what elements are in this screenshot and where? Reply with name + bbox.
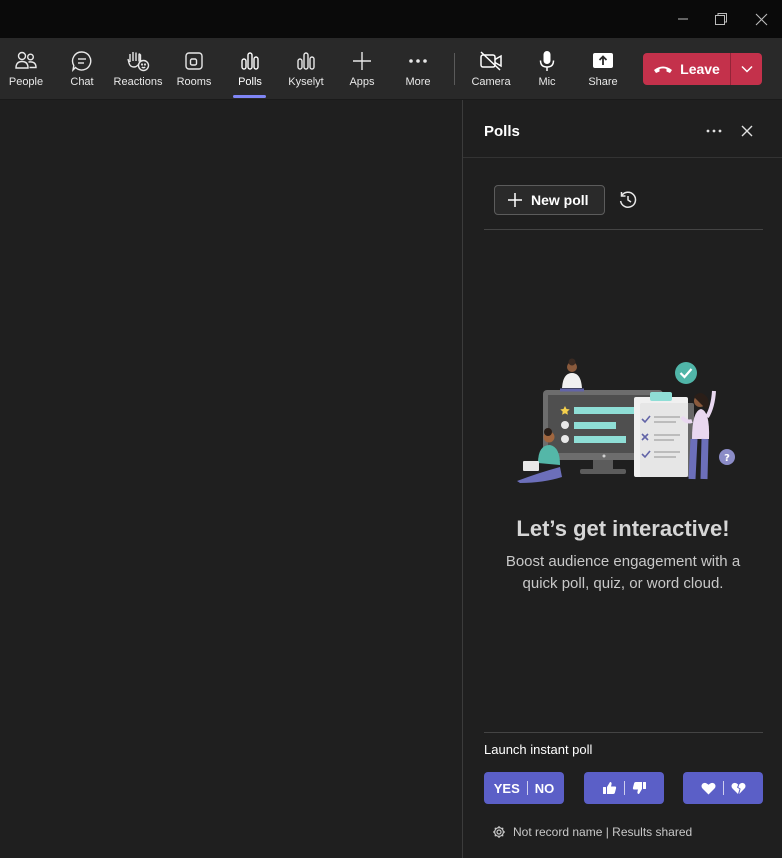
share-label: Share — [588, 76, 618, 88]
leave-button-group: Leave — [643, 53, 762, 85]
reactions-button[interactable]: Reactions — [110, 38, 166, 100]
launch-instant-poll-label: Launch instant poll — [484, 742, 593, 757]
plus-icon — [508, 193, 522, 207]
panel-more-button[interactable] — [703, 121, 725, 141]
more-button[interactable]: More — [390, 38, 446, 100]
camera-off-icon — [480, 51, 502, 71]
mic-button[interactable]: Mic — [519, 38, 575, 100]
empty-state-title: Let’s get interactive! — [516, 516, 730, 541]
active-tab-indicator — [233, 95, 266, 98]
plus-icon — [353, 52, 371, 70]
people-icon — [15, 51, 37, 69]
camera-button[interactable]: Camera — [463, 38, 519, 100]
interactive-illustration: ? — [517, 358, 735, 483]
yes-no-poll-button[interactable]: YES NO — [484, 772, 564, 804]
yes-label: YES — [493, 780, 520, 796]
rooms-label: Rooms — [176, 76, 212, 88]
apps-button[interactable]: Apps — [334, 38, 390, 100]
close-icon — [741, 125, 753, 137]
polls-icon — [241, 52, 259, 70]
chat-icon — [71, 51, 92, 72]
rooms-icon — [185, 52, 203, 70]
meeting-stage — [0, 100, 462, 858]
thumbs-poll-button[interactable] — [584, 772, 664, 804]
empty-state-description: Boost audience engagement with a quick p… — [505, 553, 741, 592]
raise-hand-icon — [127, 52, 150, 72]
panel-close-button[interactable] — [736, 121, 758, 141]
apps-label: Apps — [349, 76, 375, 88]
leave-button[interactable]: Leave — [643, 53, 730, 85]
polls-panel: Polls New poll ? Let’s get interactive! … — [462, 100, 782, 858]
title-bar — [0, 0, 782, 38]
toolbar-separator — [454, 53, 455, 85]
reactions-label: Reactions — [113, 76, 163, 88]
heart-poll-button[interactable] — [683, 772, 763, 804]
people-label: People — [8, 76, 44, 88]
svg-text:?: ? — [724, 453, 730, 464]
thumbs-down-icon — [632, 782, 646, 794]
heart-icon — [701, 782, 715, 794]
more-label: More — [405, 76, 431, 88]
mic-icon — [539, 51, 555, 71]
chevron-down-icon — [740, 65, 753, 73]
share-icon — [593, 53, 613, 68]
panel-divider — [484, 732, 763, 733]
close-window-button[interactable] — [738, 0, 782, 38]
more-icon — [706, 129, 722, 133]
hang-up-icon — [654, 66, 673, 73]
kyselyt-label: Kyselyt — [288, 76, 324, 88]
people-button[interactable]: People — [0, 38, 54, 100]
poll-settings-text: Not record name | Results shared — [513, 825, 693, 839]
thumbs-up-icon — [602, 782, 616, 794]
rooms-button[interactable]: Rooms — [166, 38, 222, 100]
new-poll-button[interactable]: New poll — [494, 185, 605, 215]
chat-button[interactable]: Chat — [54, 38, 110, 100]
polls-button[interactable]: Polls — [222, 38, 278, 100]
share-button[interactable]: Share — [575, 38, 631, 100]
polls-label: Polls — [238, 76, 262, 88]
mic-label: Mic — [538, 76, 556, 88]
new-poll-label: New poll — [531, 192, 589, 208]
panel-header: Polls — [463, 100, 782, 158]
panel-divider — [484, 229, 763, 230]
history-button[interactable] — [617, 189, 639, 211]
broken-heart-icon — [731, 782, 745, 794]
panel-title: Polls — [484, 123, 520, 140]
minimize-icon — [678, 18, 688, 20]
history-icon — [619, 191, 637, 208]
chat-label: Chat — [70, 76, 94, 88]
no-label: NO — [534, 780, 555, 796]
restore-icon — [715, 13, 727, 25]
poll-settings-note[interactable]: Not record name | Results shared — [492, 825, 692, 839]
gear-icon — [493, 826, 505, 838]
button-separator — [623, 781, 625, 795]
polls-icon — [297, 52, 315, 70]
button-separator — [722, 781, 724, 795]
more-icon — [409, 59, 427, 63]
kyselyt-button[interactable]: Kyselyt — [278, 38, 334, 100]
leave-options-button[interactable] — [731, 53, 762, 85]
button-separator — [526, 781, 528, 795]
close-icon — [755, 13, 767, 25]
camera-label: Camera — [471, 76, 511, 88]
leave-label: Leave — [680, 61, 720, 77]
